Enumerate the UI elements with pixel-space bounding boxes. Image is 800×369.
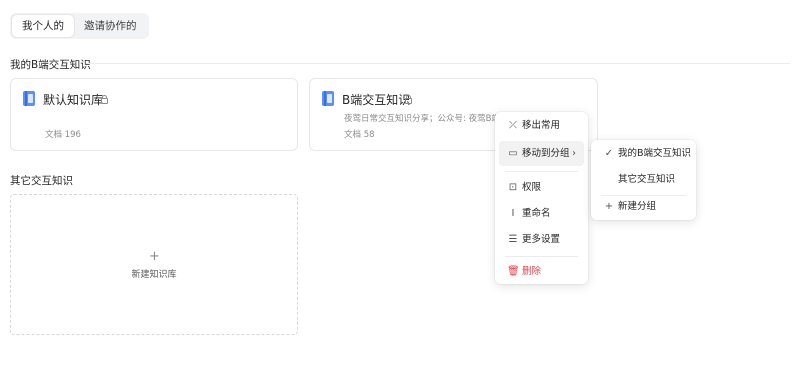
trash-icon: 🗑: [507, 266, 520, 277]
book-icon: [322, 91, 334, 106]
tab-mine[interactable]: 我个人的: [12, 15, 74, 37]
settings-sliders-icon: ☰: [508, 234, 518, 245]
menu-item-remove-frequent[interactable]: ⤫ 移出常用: [499, 113, 584, 138]
menu-item-move-to-group[interactable]: ▭ 移动到分组 ›: [499, 141, 584, 166]
lock-icon: [405, 95, 412, 104]
card-title: 默认知识库: [43, 93, 104, 107]
menu-divider: [505, 256, 578, 257]
unpin-icon: ⤫: [509, 120, 517, 131]
card-title: B端交互知识: [342, 93, 411, 107]
context-menu: ⤫ 移出常用 ▭ 移动到分组 › ⊡ 权限 I 重命名 ☰ 更多设置 🗑 删除: [495, 112, 588, 284]
check-icon: ✓: [604, 148, 614, 159]
library-card-default[interactable]: 默认知识库 文档 196: [10, 78, 298, 151]
card-description: 夜莺日常交互知识分享；公众号: 夜莺B端UX: [344, 114, 496, 124]
tab-switcher: 我个人的 邀请协作的: [10, 13, 149, 39]
permission-icon: ⊡: [508, 182, 518, 193]
new-library-label: 新建知识库: [131, 270, 177, 280]
submenu-item-group2[interactable]: 其它交互知识: [595, 167, 692, 192]
section-title-group1: 我的B端交互知识: [10, 59, 91, 71]
menu-item-rename[interactable]: I 重命名: [499, 201, 584, 226]
submenu-groups: ✓ 我的B端交互知识 其它交互知识 + 新建分组: [591, 140, 696, 220]
section-divider: [86, 63, 790, 64]
submenu-item-new-group[interactable]: + 新建分组: [595, 194, 692, 219]
plus-icon: +: [604, 201, 614, 212]
card-doc-count: 文档 196: [45, 130, 81, 140]
submenu-item-group1[interactable]: ✓ 我的B端交互知识: [595, 141, 692, 166]
section-title-group2: 其它交互知识: [10, 175, 73, 187]
card-doc-count: 文档 58: [344, 130, 375, 140]
lock-icon: [101, 95, 108, 104]
menu-item-delete[interactable]: 🗑 删除: [499, 259, 584, 284]
rename-icon: I: [511, 208, 515, 219]
book-icon: [23, 91, 35, 106]
plus-icon: +: [149, 249, 160, 264]
menu-item-more-settings[interactable]: ☰ 更多设置: [499, 227, 584, 252]
menu-divider: [505, 171, 578, 172]
chevron-right-icon: ›: [572, 148, 576, 159]
new-library-button[interactable]: + 新建知识库: [10, 194, 298, 335]
folder-icon: ▭: [508, 148, 518, 159]
tab-invited[interactable]: 邀请协作的: [74, 15, 147, 37]
menu-item-permissions[interactable]: ⊡ 权限: [499, 175, 584, 200]
